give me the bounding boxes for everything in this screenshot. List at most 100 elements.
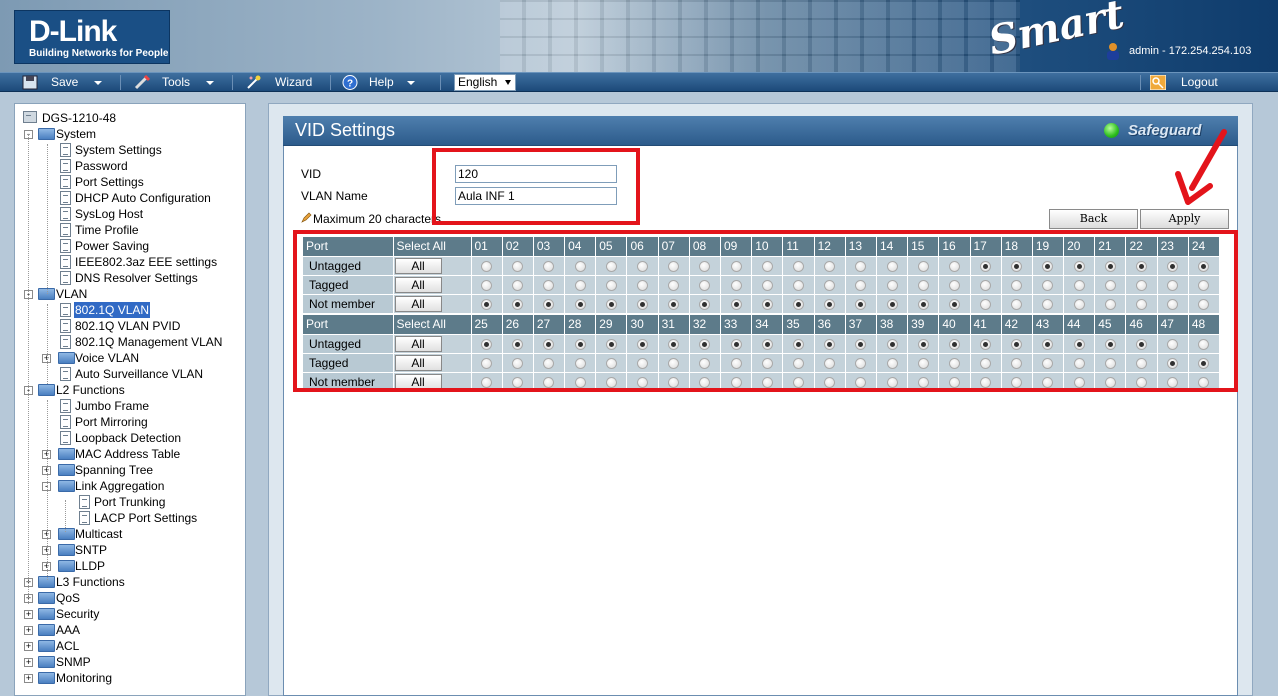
port-27-tagged-radio[interactable] [543,357,555,369]
logout-button[interactable]: Logout [1150,73,1230,92]
port-01-tagged-radio[interactable] [481,279,493,291]
port-03-tagged-radio[interactable] [543,279,555,291]
tree-item-port-trunking[interactable]: Port Trunking [15,494,245,510]
port-07-tagged-radio[interactable] [668,279,680,291]
port-16-not-member-radio[interactable] [948,298,960,310]
tree-item-system[interactable]: - System [15,126,245,142]
select-all-untagged-button[interactable]: All [394,257,442,274]
port-21-untagged-radio[interactable] [1104,260,1116,272]
port-41-untagged-radio[interactable] [980,338,992,350]
port-14-untagged-radio[interactable] [886,260,898,272]
port-29-tagged-radio[interactable] [605,357,617,369]
port-09-not-member-radio[interactable] [730,298,742,310]
port-37-untagged-radio[interactable] [855,338,867,350]
port-26-untagged-radio[interactable] [512,338,524,350]
back-button[interactable]: Back [1049,209,1138,229]
tools-menu[interactable]: Tools [134,73,218,92]
port-18-tagged-radio[interactable] [1011,279,1023,291]
port-24-untagged-radio[interactable] [1198,260,1210,272]
port-23-tagged-radio[interactable] [1167,279,1179,291]
port-34-untagged-radio[interactable] [761,338,773,350]
port-43-not-member-radio[interactable] [1042,376,1054,388]
port-34-not-member-radio[interactable] [761,376,773,388]
tree-item-time-profile[interactable]: Time Profile [15,222,245,238]
expand-icon[interactable]: + [24,610,33,619]
port-30-tagged-radio[interactable] [637,357,649,369]
port-16-tagged-radio[interactable] [948,279,960,291]
port-35-untagged-radio[interactable] [792,338,804,350]
port-20-not-member-radio[interactable] [1073,298,1085,310]
port-04-tagged-radio[interactable] [574,279,586,291]
port-08-untagged-radio[interactable] [699,260,711,272]
select-all-tagged-button[interactable]: All [394,276,442,293]
port-26-tagged-radio[interactable] [512,357,524,369]
tree-item-mac-address-table[interactable]: + MAC Address Table [15,446,245,462]
port-16-untagged-radio[interactable] [948,260,960,272]
select-all-not-member-button[interactable]: All [394,373,442,390]
port-48-not-member-radio[interactable] [1198,376,1210,388]
port-33-untagged-radio[interactable] [730,338,742,350]
port-46-not-member-radio[interactable] [1136,376,1148,388]
port-10-tagged-radio[interactable] [761,279,773,291]
port-38-untagged-radio[interactable] [886,338,898,350]
port-32-tagged-radio[interactable] [699,357,711,369]
port-12-tagged-radio[interactable] [824,279,836,291]
port-05-untagged-radio[interactable] [605,260,617,272]
port-11-not-member-radio[interactable] [792,298,804,310]
port-14-tagged-radio[interactable] [886,279,898,291]
port-48-untagged-radio[interactable] [1198,338,1210,350]
port-15-tagged-radio[interactable] [917,279,929,291]
expand-icon[interactable]: + [24,658,33,667]
tree-item-auto-surveillance-vlan[interactable]: Auto Surveillance VLAN [15,366,245,382]
port-22-not-member-radio[interactable] [1136,298,1148,310]
port-32-untagged-radio[interactable] [699,338,711,350]
port-11-untagged-radio[interactable] [792,260,804,272]
port-28-tagged-radio[interactable] [574,357,586,369]
port-05-not-member-radio[interactable] [605,298,617,310]
port-32-not-member-radio[interactable] [699,376,711,388]
port-40-not-member-radio[interactable] [948,376,960,388]
tree-item-spanning-tree[interactable]: + Spanning Tree [15,462,245,478]
language-select[interactable]: English [454,74,516,91]
tree-item-monitoring[interactable]: + Monitoring [15,670,245,686]
vid-input[interactable] [455,165,617,183]
port-23-untagged-radio[interactable] [1167,260,1179,272]
tree-item-vlan[interactable]: - VLAN [15,286,245,302]
tree-item-ieee802-3az-eee-settings[interactable]: IEEE802.3az EEE settings [15,254,245,270]
save-menu[interactable]: Save [22,73,106,92]
port-42-tagged-radio[interactable] [1011,357,1023,369]
port-36-tagged-radio[interactable] [824,357,836,369]
tree-item-voice-vlan[interactable]: + Voice VLAN [15,350,245,366]
port-38-tagged-radio[interactable] [886,357,898,369]
port-23-not-member-radio[interactable] [1167,298,1179,310]
expand-icon[interactable]: + [24,674,33,683]
tree-item-password[interactable]: Password [15,158,245,174]
port-47-tagged-radio[interactable] [1167,357,1179,369]
port-09-untagged-radio[interactable] [730,260,742,272]
port-24-tagged-radio[interactable] [1198,279,1210,291]
port-02-tagged-radio[interactable] [512,279,524,291]
port-37-not-member-radio[interactable] [855,376,867,388]
tree-item-qos[interactable]: + QoS [15,590,245,606]
port-17-not-member-radio[interactable] [980,298,992,310]
port-21-not-member-radio[interactable] [1104,298,1116,310]
select-all-tagged-button[interactable]: All [394,354,442,371]
port-35-tagged-radio[interactable] [792,357,804,369]
tree-item-acl[interactable]: + ACL [15,638,245,654]
port-17-tagged-radio[interactable] [980,279,992,291]
port-41-tagged-radio[interactable] [980,357,992,369]
port-04-untagged-radio[interactable] [574,260,586,272]
port-33-tagged-radio[interactable] [730,357,742,369]
tree-item-dns-resolver-settings[interactable]: DNS Resolver Settings [15,270,245,286]
port-12-not-member-radio[interactable] [824,298,836,310]
port-18-not-member-radio[interactable] [1011,298,1023,310]
port-21-tagged-radio[interactable] [1104,279,1116,291]
tree-item-802-1q-vlan-pvid[interactable]: 802.1Q VLAN PVID [15,318,245,334]
port-39-untagged-radio[interactable] [917,338,929,350]
tree-item-system-settings[interactable]: System Settings [15,142,245,158]
port-31-untagged-radio[interactable] [668,338,680,350]
port-29-not-member-radio[interactable] [605,376,617,388]
port-48-tagged-radio[interactable] [1198,357,1210,369]
port-22-untagged-radio[interactable] [1136,260,1148,272]
tree-item-aaa[interactable]: + AAA [15,622,245,638]
